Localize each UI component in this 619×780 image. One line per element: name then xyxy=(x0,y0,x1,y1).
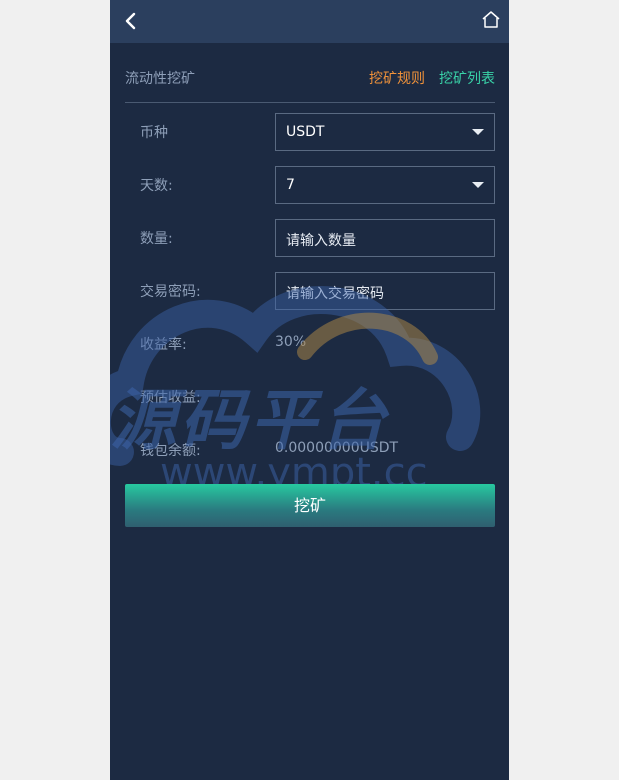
currency-label: 币种 xyxy=(140,125,168,141)
chevron-down-icon xyxy=(472,129,484,135)
days-label: 天数: xyxy=(140,178,173,194)
back-button[interactable] xyxy=(120,10,142,32)
mine-button[interactable]: 挖矿 xyxy=(125,484,495,527)
estimated-earnings-label: 预估收益: xyxy=(140,390,201,406)
home-button[interactable] xyxy=(481,10,501,30)
yield-rate-value: 30% xyxy=(275,334,307,350)
section-title: 流动性挖矿 xyxy=(125,71,195,87)
chevron-down-icon xyxy=(472,182,484,188)
currency-select-value: USDT xyxy=(286,124,325,140)
currency-select[interactable]: USDT xyxy=(275,113,495,151)
days-select[interactable]: 7 xyxy=(275,166,495,204)
wallet-balance-label: 钱包余额: xyxy=(140,443,201,459)
mining-rules-link[interactable]: 挖矿规则 xyxy=(369,68,425,88)
wallet-balance-value: 0.00000000USDT xyxy=(275,440,399,456)
mining-list-link[interactable]: 挖矿列表 xyxy=(439,68,495,88)
trade-password-label: 交易密码: xyxy=(140,284,201,300)
quantity-input-placeholder: 请输入数量 xyxy=(286,233,356,249)
quantity-input[interactable]: 请输入数量 xyxy=(275,219,495,257)
quantity-label: 数量: xyxy=(140,231,173,247)
home-icon xyxy=(482,11,500,28)
section-header: 流动性挖矿 挖矿规则 挖矿列表 xyxy=(125,60,495,103)
yield-rate-label: 收益率: xyxy=(140,337,187,353)
chevron-left-icon xyxy=(125,12,136,30)
trade-password-input[interactable]: 请输入交易密码 xyxy=(275,272,495,310)
phone-screen: 流动性挖矿 挖矿规则 挖矿列表 币种 USDT 天数: 7 数量: 请输入数量 … xyxy=(110,0,509,780)
trade-password-placeholder: 请输入交易密码 xyxy=(286,286,384,302)
top-bar xyxy=(110,0,509,43)
days-select-value: 7 xyxy=(286,177,295,193)
